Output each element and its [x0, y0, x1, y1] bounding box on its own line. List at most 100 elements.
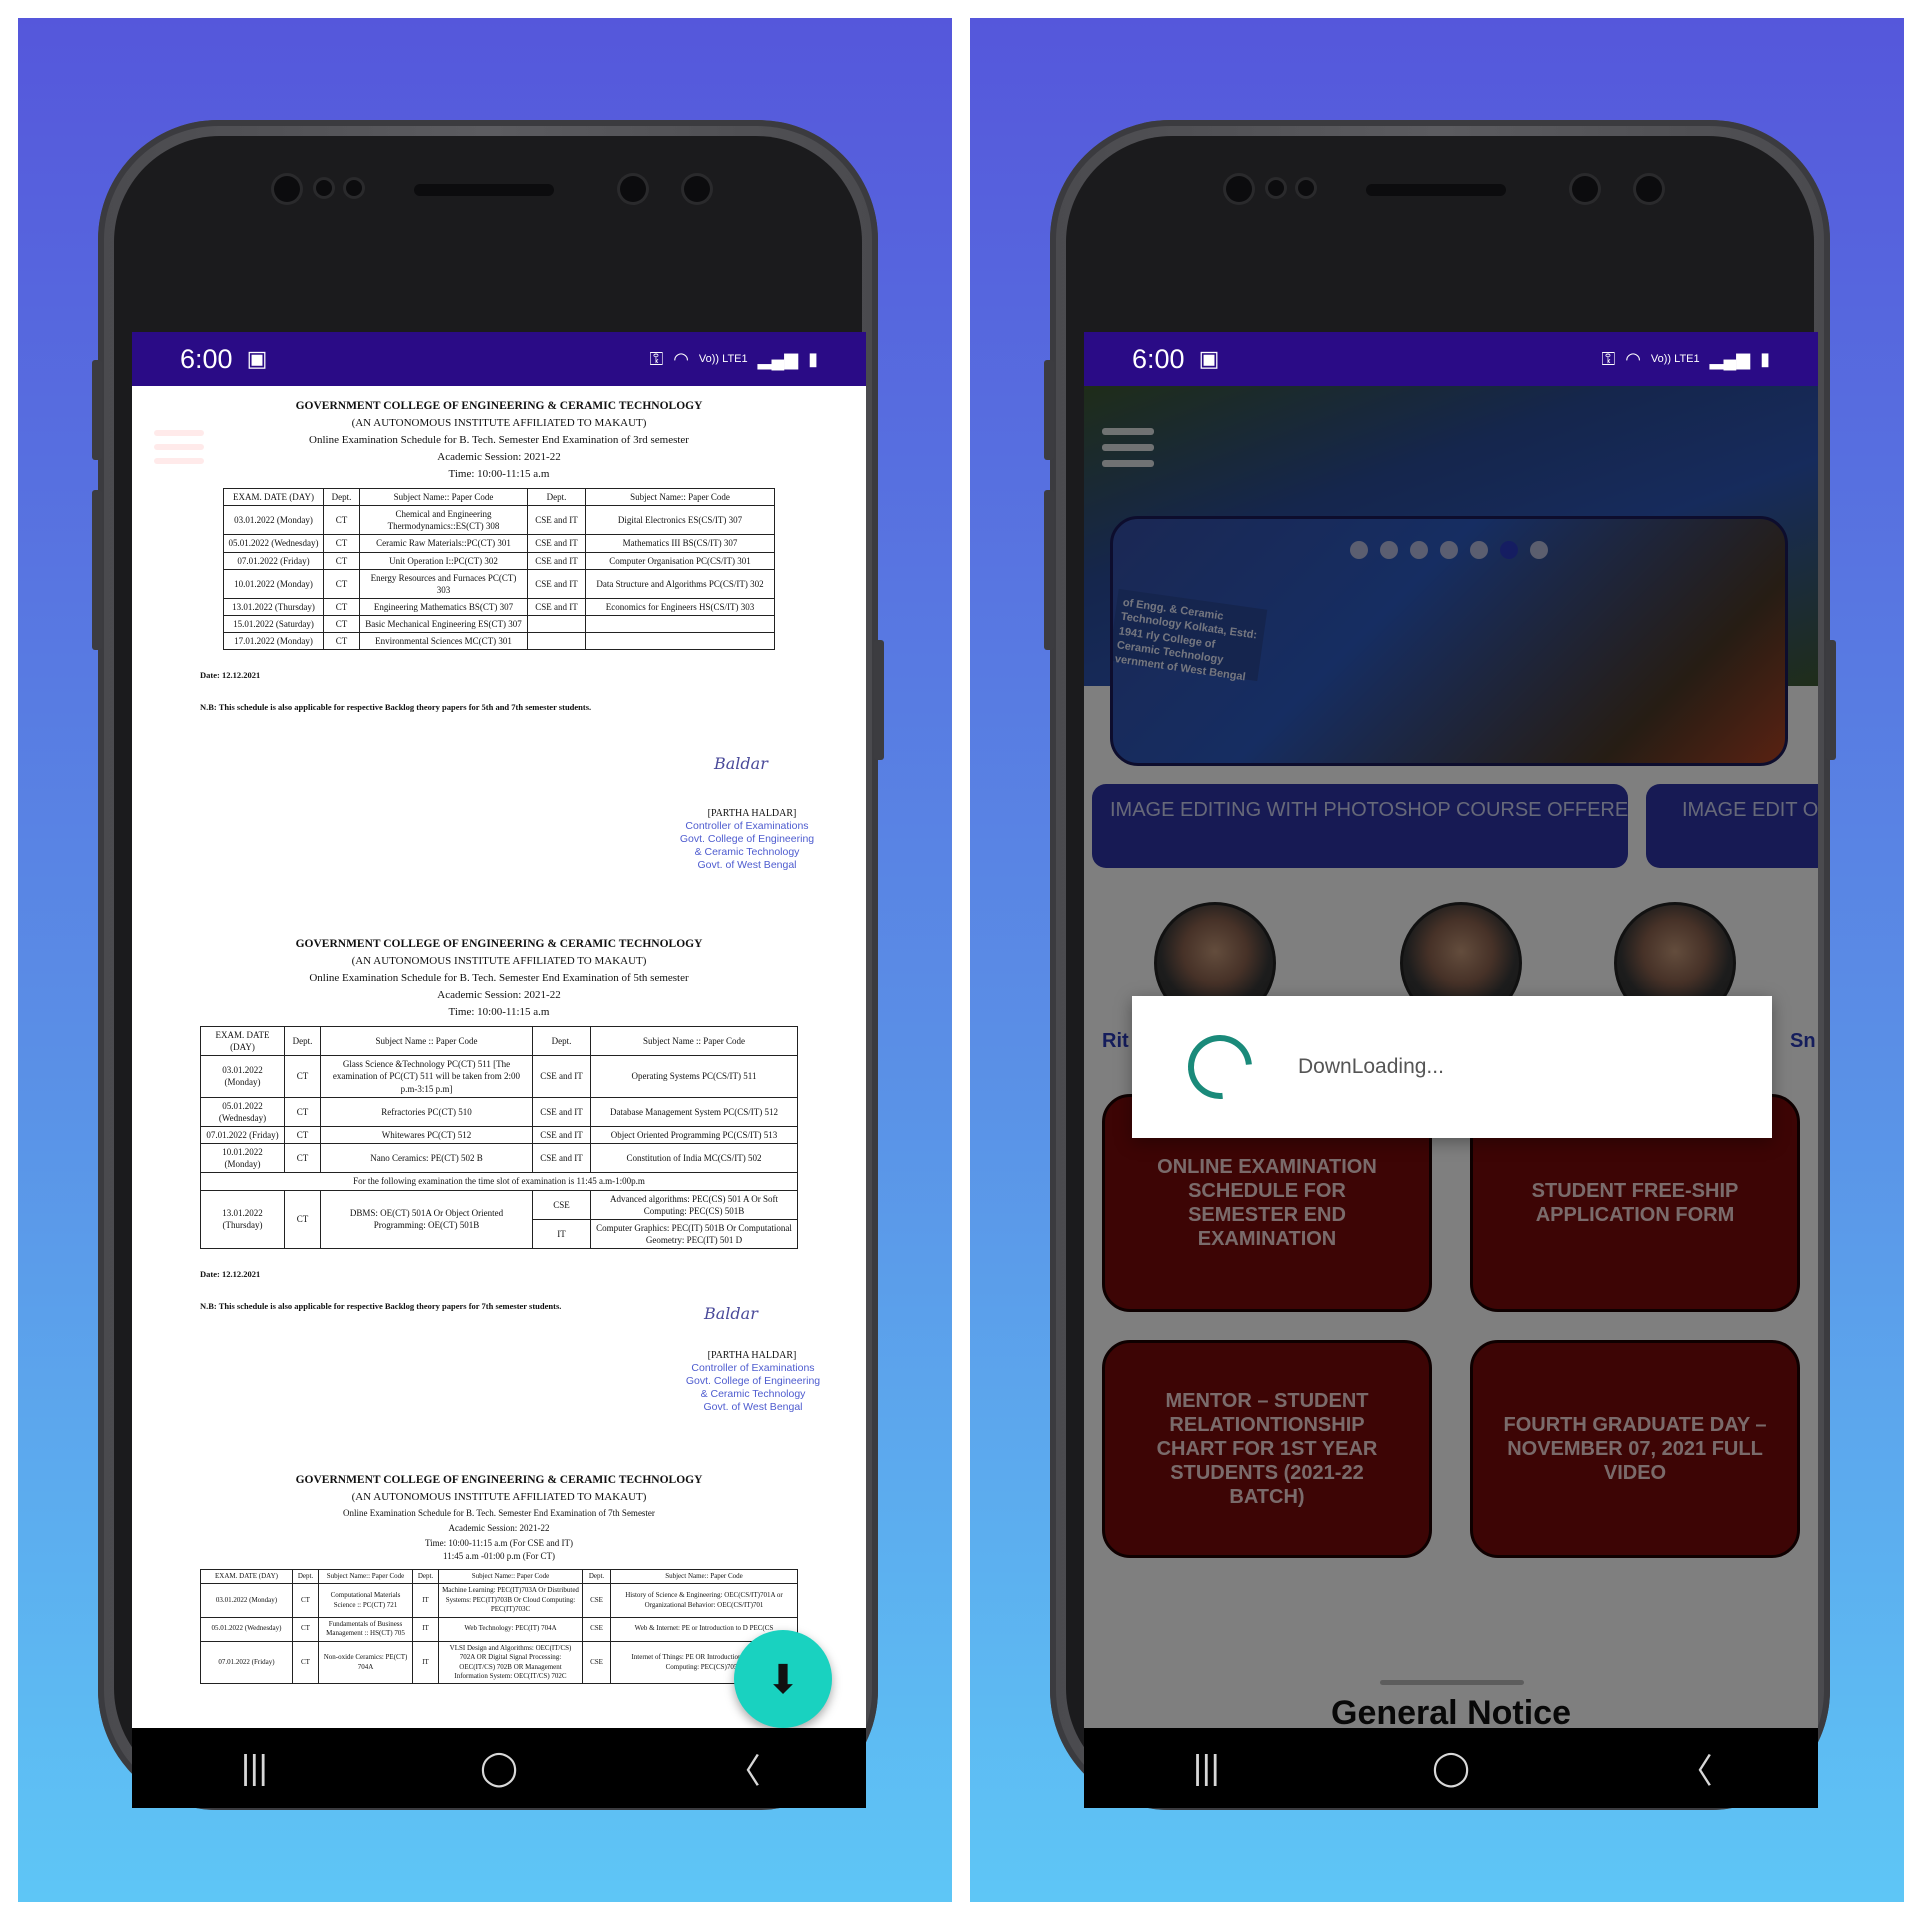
cell	[527, 632, 586, 651]
front-camera	[274, 176, 300, 202]
volume-button	[92, 360, 102, 460]
cell: 03.01.2022 (Monday)	[200, 1583, 293, 1618]
table-header: Dept.	[412, 1568, 439, 1585]
android-nav-bar: ||| ◯ 〈	[132, 1728, 866, 1808]
cell: 03.01.2022 (Monday)	[223, 505, 324, 536]
table-header: Subject Name :: Paper Code	[320, 1025, 533, 1057]
recent-apps-button[interactable]: |||	[194, 1749, 314, 1788]
schedule-table: EXAM. DATE (DAY) Dept. Subject Name:: Pa…	[223, 487, 775, 651]
table-header: EXAM. DATE (DAY)	[200, 1025, 285, 1057]
table-row: 13.01.2022 (Thursday) CT DBMS: OE(CT) 50…	[200, 1189, 798, 1250]
back-button[interactable]: 〈	[1636, 1744, 1756, 1793]
iris-scanner	[620, 176, 646, 202]
cell: 10.01.2022 (Monday)	[200, 1143, 285, 1174]
home-button[interactable]: ◯	[439, 1748, 559, 1788]
status-bar: 6:00 ▣ ⚿ ◠ Vo)) LTE1 ▂▄▆ ▮	[1084, 332, 1818, 386]
right-screenshot-panel: 6:00 ▣ ⚿ ◠ Vo)) LTE1 ▂▄▆ ▮ of Engg. & Ce…	[970, 18, 1904, 1902]
wifi-icon: ◠	[673, 348, 689, 369]
cell: CSE and IT	[532, 1143, 591, 1174]
earpiece-speaker	[1366, 184, 1506, 196]
sensor	[346, 180, 362, 196]
home-button[interactable]: ◯	[1391, 1748, 1511, 1788]
pdf-viewer[interactable]: GOVERNMENT COLLEGE OF ENGINEERING & CERA…	[132, 386, 866, 1728]
status-time: 6:00	[1132, 343, 1185, 374]
cell: CSE	[582, 1640, 611, 1685]
status-time: 6:00	[180, 343, 233, 374]
table-row: 07.01.2022 (Friday) CT Non-oxide Ceramics:…	[200, 1640, 798, 1685]
cell	[527, 615, 586, 634]
table-header: Dept.	[532, 1025, 591, 1057]
cell: 13.01.2022 (Thursday)	[223, 597, 324, 617]
cell: Mathematics III BS(CS/IT) 307	[585, 534, 775, 553]
table-header: Subject Name:: Paper Code	[610, 1568, 798, 1585]
cell: CSE and IT	[532, 1125, 591, 1145]
college-title: GOVERNMENT COLLEGE OF ENGINEERING & CERA…	[295, 400, 703, 412]
stamp-line: Govt. of West Bengal	[697, 859, 797, 872]
cell: CSE and IT	[532, 1096, 591, 1127]
phone-bezel: 6:00 ▣ ⚿ ◠ Vo)) LTE1 ▂▄▆ ▮ GOVERNMENT CO…	[114, 136, 866, 1808]
table-header: Subject Name:: Paper Code	[318, 1568, 413, 1585]
cell: CSE	[532, 1189, 591, 1220]
front-camera	[1226, 176, 1252, 202]
cell: Constitution of India MC(CS/IT) 502	[590, 1143, 798, 1174]
cell: Fundamentals of Business Management :: H…	[318, 1616, 413, 1642]
cell: Computer Organisation PC(CS/IT) 301	[585, 551, 775, 570]
official-stamp: Controller of Examinations Govt. College…	[652, 820, 842, 873]
cell: 05.01.2022 (Wednesday)	[223, 534, 324, 553]
wifi-icon: ◠	[1625, 348, 1641, 369]
page-note: N.B: This schedule is also applicable fo…	[200, 1301, 562, 1312]
table-header: Dept.	[284, 1025, 321, 1057]
gallery-notification-icon: ▣	[1198, 346, 1220, 371]
cell: CT	[284, 1143, 321, 1174]
session-line: Academic Session: 2021-22	[437, 989, 561, 1001]
cell: Object Oriented Programming PC(CS/IT) 51…	[590, 1125, 798, 1145]
cell: Data Structure and Algorithms PC(CS/IT) …	[585, 568, 775, 599]
cell: CT	[284, 1125, 321, 1145]
download-icon: ⬇	[766, 1656, 800, 1702]
left-screenshot-panel: 6:00 ▣ ⚿ ◠ Vo)) LTE1 ▂▄▆ ▮ GOVERNMENT CO…	[18, 18, 952, 1902]
table-row: 10.01.2022 (Monday) CT Nano Ceramics: PE(C…	[200, 1143, 798, 1174]
table-row: 07.01.2022 (Friday) CT Whitewares PC(CT) 5…	[200, 1125, 798, 1145]
official-stamp: Controller of Examinations Govt. College…	[658, 1362, 848, 1415]
cell: 07.01.2022 (Friday)	[200, 1125, 285, 1145]
cell: CT	[323, 534, 360, 553]
table-header: Subject Name:: Paper Code	[585, 487, 775, 507]
table-header: Dept.	[292, 1568, 319, 1585]
cell: CSE and IT	[527, 597, 586, 617]
page-note: N.B: This schedule is also applicable fo…	[200, 702, 592, 713]
volume-button-lower	[1044, 490, 1054, 650]
network-label: Vo)) LTE1	[1650, 352, 1700, 365]
table-header: Dept.	[323, 487, 360, 507]
power-button	[874, 640, 884, 760]
cell: IT	[412, 1616, 439, 1642]
cell: Web Technology: PEC(IT) 704A	[438, 1616, 583, 1642]
download-fab-button[interactable]: ⬇	[734, 1630, 832, 1728]
cell: 07.01.2022 (Friday)	[200, 1640, 293, 1685]
time-line: Time: 10:00-11:15 a.m (For CSE and IT)	[424, 1538, 574, 1548]
cell: 05.01.2022 (Wednesday)	[200, 1616, 293, 1642]
cell: IT	[412, 1583, 439, 1618]
time-line-2: 11:45 a.m -01:00 p.m (For CT)	[443, 1551, 555, 1561]
cell: Advanced algorithms: PEC(CS) 501 A Or So…	[590, 1189, 798, 1220]
android-nav-bar: ||| ◯ 〈	[1084, 1728, 1818, 1808]
cell: CT	[284, 1055, 321, 1098]
phone-frame: 6:00 ▣ ⚿ ◠ Vo)) LTE1 ▂▄▆ ▮ GOVERNMENT CO…	[92, 120, 884, 1810]
table-row: 05.01.2022 (Wednesday) CT Fundamentals of …	[200, 1616, 798, 1642]
back-button[interactable]: 〈	[684, 1744, 804, 1793]
signer-name: [PARTHA HALDAR]	[707, 1350, 797, 1361]
cell: CT	[284, 1096, 321, 1127]
table-row: 03.01.2022 (Monday) CT Chemical and Engine…	[223, 505, 775, 536]
cell: Computational Materials Science :: PC(CT…	[318, 1583, 413, 1618]
cell: CT	[292, 1616, 319, 1642]
cell: CT	[323, 568, 360, 599]
status-icons: ⚿ ◠ Vo)) LTE1 ▂▄▆ ▮	[1602, 349, 1771, 370]
table-row: 15.01.2022 (Saturday) CT Basic Mechanical …	[223, 615, 775, 634]
table-header: Dept.	[527, 487, 586, 507]
cell: 13.01.2022 (Thursday)	[200, 1189, 285, 1250]
stamp-line: & Ceramic Technology	[694, 846, 800, 859]
cell: CSE and IT	[527, 568, 586, 599]
cell: Computer Graphics: PEC(IT) 501B Or Compu…	[590, 1218, 798, 1250]
signature-image: Baldar	[704, 1304, 758, 1323]
recent-apps-button[interactable]: |||	[1146, 1749, 1266, 1788]
cell: Glass Science &Technology PC(CT) 511 [Th…	[320, 1055, 533, 1098]
